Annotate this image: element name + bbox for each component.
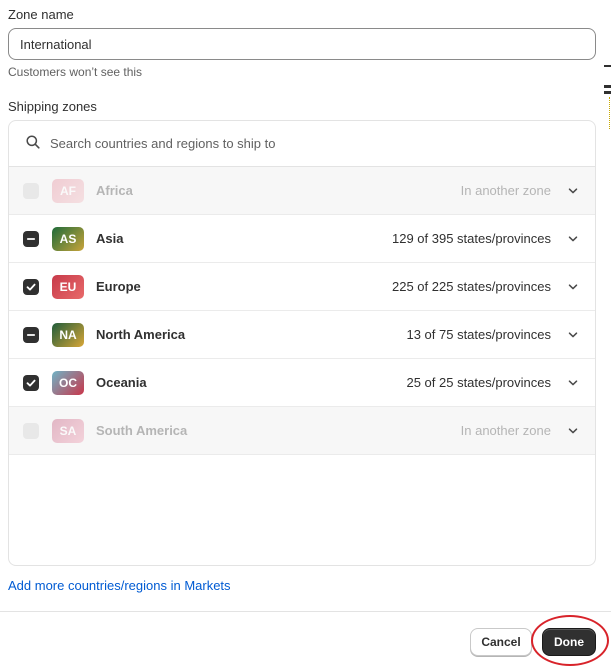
shipping-zones-panel: AF Africa In another zone AS Asia 129 of 395 … xyxy=(8,120,596,566)
region-row-sa[interactable]: SA South America In another zone xyxy=(9,407,595,455)
edge-dots xyxy=(609,97,610,129)
region-list: AF Africa In another zone AS Asia 129 of 395 … xyxy=(9,167,595,455)
region-name: Asia xyxy=(96,231,124,246)
region-row-af[interactable]: AF Africa In another zone xyxy=(9,167,595,215)
region-status: 13 of 75 states/provinces xyxy=(406,327,551,342)
region-status: 129 of 395 states/provinces xyxy=(392,231,551,246)
region-row-eu[interactable]: EU Europe 225 of 225 states/provinces xyxy=(9,263,595,311)
search-input[interactable] xyxy=(48,135,548,152)
region-name: South America xyxy=(96,423,188,438)
region-row-as[interactable]: AS Asia 129 of 395 states/provinces xyxy=(9,215,595,263)
search-icon xyxy=(25,134,41,153)
chevron-down-icon[interactable] xyxy=(565,231,581,247)
chevron-down-icon[interactable] xyxy=(565,375,581,391)
zone-name-label: Zone name xyxy=(8,7,74,22)
add-more-regions-link[interactable]: Add more countries/regions in Markets xyxy=(8,578,231,593)
edge-mark xyxy=(604,85,611,88)
region-checkbox[interactable] xyxy=(23,230,39,247)
region-name: North America xyxy=(96,327,186,342)
search-row xyxy=(9,121,595,167)
region-status: 225 of 225 states/provinces xyxy=(392,279,551,294)
edge-mark xyxy=(604,65,611,67)
region-row-oc[interactable]: OC Oceania 25 of 25 states/provinces xyxy=(9,359,595,407)
region-checkbox[interactable] xyxy=(23,374,39,391)
done-button[interactable]: Done xyxy=(542,628,596,656)
chevron-down-icon[interactable] xyxy=(565,423,581,439)
region-status: In another zone xyxy=(460,183,551,198)
footer-divider xyxy=(0,611,611,612)
region-row-na[interactable]: NA North America 13 of 75 states/provinces xyxy=(9,311,595,359)
cancel-button[interactable]: Cancel xyxy=(470,628,532,656)
region-checkbox xyxy=(23,182,39,199)
chevron-down-icon[interactable] xyxy=(565,327,581,343)
zone-name-input[interactable] xyxy=(8,28,596,60)
region-name: Oceania xyxy=(96,375,147,390)
region-badge: SA xyxy=(52,418,84,443)
shipping-zones-label: Shipping zones xyxy=(8,99,97,114)
edge-mark xyxy=(604,91,611,94)
region-status: In another zone xyxy=(460,423,551,438)
region-badge: AS xyxy=(52,226,84,251)
region-badge: AF xyxy=(52,178,84,203)
chevron-down-icon[interactable] xyxy=(565,183,581,199)
region-badge: EU xyxy=(52,274,84,299)
zone-name-helper: Customers won’t see this xyxy=(8,65,143,79)
region-name: Europe xyxy=(96,279,141,294)
region-checkbox[interactable] xyxy=(23,278,39,295)
chevron-down-icon[interactable] xyxy=(565,279,581,295)
region-checkbox[interactable] xyxy=(23,326,39,343)
region-badge: NA xyxy=(52,322,84,347)
region-name: Africa xyxy=(96,183,133,198)
region-badge: OC xyxy=(52,370,84,395)
region-status: 25 of 25 states/provinces xyxy=(406,375,551,390)
region-checkbox xyxy=(23,422,39,439)
